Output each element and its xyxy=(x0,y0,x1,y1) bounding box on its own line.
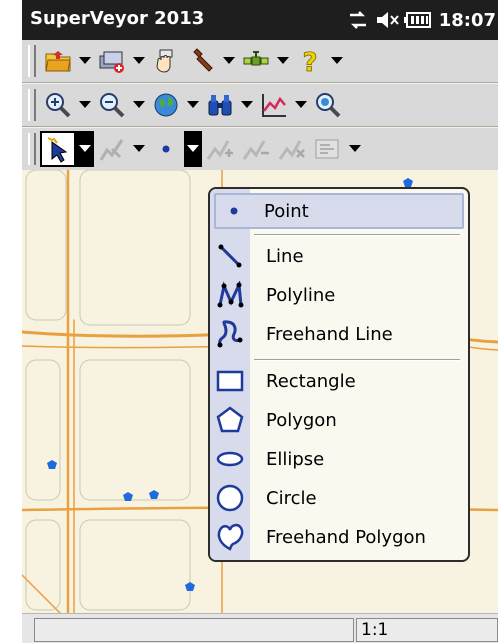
menu-item-label: Point xyxy=(264,200,309,222)
dropdown-arrow-icon[interactable] xyxy=(76,43,94,79)
add-layer-icon[interactable] xyxy=(94,43,130,79)
profile-chart-icon[interactable] xyxy=(256,87,292,123)
dropdown-arrow-icon[interactable] xyxy=(130,43,148,79)
ellipse-icon xyxy=(210,441,250,477)
toolbar-file: ? xyxy=(22,40,498,83)
polyline-icon xyxy=(210,277,250,313)
polygon-icon xyxy=(210,402,250,438)
dropdown-arrow-icon[interactable] xyxy=(76,131,94,167)
dropdown-arrow-icon[interactable] xyxy=(292,87,310,123)
toolbar-edit xyxy=(22,128,498,171)
toolbar-grip[interactable] xyxy=(28,45,36,77)
menu-item-freehand-polygon[interactable]: Freehand Polygon xyxy=(210,519,468,555)
wrench-icon[interactable] xyxy=(184,43,220,79)
zoom-extent-icon[interactable] xyxy=(310,87,346,123)
menu-item-point[interactable]: Point xyxy=(214,193,464,229)
app-title: SuperVeyor 2013 xyxy=(30,8,205,29)
dropdown-arrow-icon[interactable] xyxy=(76,87,94,123)
menu-item-label: Polyline xyxy=(266,284,336,306)
dropdown-arrow-icon[interactable] xyxy=(274,43,292,79)
select-arrow-icon[interactable] xyxy=(40,131,76,167)
menu-item-label: Ellipse xyxy=(266,448,325,470)
add-vertex-icon[interactable] xyxy=(202,131,238,167)
menu-item-freehand-line[interactable]: Freehand Line xyxy=(210,316,468,352)
menu-separator xyxy=(254,234,460,236)
globe-icon[interactable] xyxy=(148,87,184,123)
dropdown-arrow-icon[interactable] xyxy=(328,43,346,79)
dropdown-arrow-icon[interactable] xyxy=(346,131,364,167)
binoculars-icon[interactable] xyxy=(202,87,238,123)
volume-muted-icon[interactable] xyxy=(373,0,403,40)
toolbar-navigation xyxy=(22,84,498,127)
hand-tool-icon[interactable] xyxy=(148,43,184,79)
menu-item-label: Line xyxy=(266,245,304,267)
delete-vertex-icon[interactable] xyxy=(274,131,310,167)
attributes-icon[interactable] xyxy=(310,131,346,167)
clock[interactable]: 18:07 xyxy=(433,10,498,31)
dropdown-arrow-icon[interactable] xyxy=(130,87,148,123)
menu-item-polygon[interactable]: Polygon xyxy=(210,402,468,438)
battery-icon[interactable] xyxy=(403,0,433,40)
dropdown-arrow-icon[interactable] xyxy=(130,131,148,167)
menu-item-line[interactable]: Line xyxy=(210,238,468,274)
zoom-in-icon[interactable] xyxy=(40,87,76,123)
connectivity-icon[interactable] xyxy=(343,0,373,40)
dropdown-arrow-icon[interactable] xyxy=(184,87,202,123)
help-icon[interactable]: ? xyxy=(292,43,328,79)
menu-item-rectangle[interactable]: Rectangle xyxy=(210,363,468,399)
edit-vertex-icon[interactable] xyxy=(94,131,130,167)
menu-item-label: Rectangle xyxy=(266,370,356,392)
move-vertex-icon[interactable] xyxy=(238,131,274,167)
freehand-line-icon xyxy=(210,316,250,352)
menu-separator xyxy=(254,359,460,361)
rectangle-icon xyxy=(210,363,250,399)
svg-text:?: ? xyxy=(302,48,317,75)
dropdown-arrow-icon[interactable] xyxy=(238,87,256,123)
gps-satellite-icon[interactable] xyxy=(238,43,274,79)
menu-item-ellipse[interactable]: Ellipse xyxy=(210,441,468,477)
app-window: SuperVeyor 2013 18:07 ? Point Line Polyl… xyxy=(22,0,498,643)
menu-item-label: Polygon xyxy=(266,409,337,431)
menu-item-label: Freehand Polygon xyxy=(266,526,426,548)
status-bar: 1:1 xyxy=(22,613,498,643)
toolbar-grip[interactable] xyxy=(28,133,36,165)
menu-item-polyline[interactable]: Polyline xyxy=(210,277,468,313)
menu-item-circle[interactable]: Circle xyxy=(210,480,468,516)
dropdown-arrow-icon[interactable] xyxy=(220,43,238,79)
dropdown-arrow-icon[interactable] xyxy=(184,131,202,167)
menu-item-label: Freehand Line xyxy=(266,323,393,345)
title-bar: SuperVeyor 2013 18:07 xyxy=(22,0,498,40)
system-tray: 18:07 xyxy=(343,0,498,40)
line-icon xyxy=(210,238,250,274)
menu-item-label: Circle xyxy=(266,487,317,509)
freehand-polygon-icon xyxy=(210,519,250,555)
open-folder-icon[interactable] xyxy=(40,43,76,79)
geometry-type-menu: Point Line Polyline Freehand Line Rectan… xyxy=(208,187,470,562)
scale-readout[interactable]: 1:1 xyxy=(356,618,498,642)
point-dot-icon[interactable] xyxy=(148,131,184,167)
toolbar-grip[interactable] xyxy=(28,89,36,121)
zoom-out-icon[interactable] xyxy=(94,87,130,123)
circle-icon xyxy=(210,480,250,516)
status-field xyxy=(34,618,354,642)
point-icon xyxy=(216,193,252,229)
